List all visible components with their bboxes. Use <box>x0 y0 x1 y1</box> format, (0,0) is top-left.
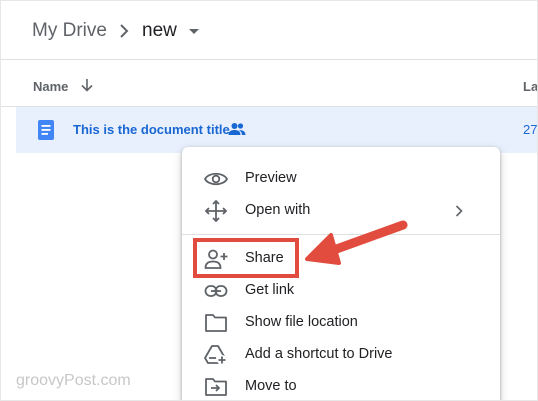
share-highlight-box <box>193 238 299 278</box>
menu-item-label: Get link <box>245 282 295 298</box>
annotation-arrow-icon <box>305 220 408 265</box>
shared-people-icon <box>228 123 246 135</box>
menu-item-label: Add a shortcut to Drive <box>245 346 393 362</box>
file-name[interactable]: This is the document title <box>73 122 230 137</box>
menu-item-label: Move to <box>245 378 297 394</box>
drive-window: My Drive new Name La This is the documen… <box>1 1 537 400</box>
folder-icon <box>205 314 227 332</box>
column-name-header[interactable]: Name <box>33 79 68 94</box>
link-icon <box>204 285 228 297</box>
menu-item-move-to[interactable]: Move to <box>182 372 500 400</box>
caret-down-icon[interactable] <box>187 25 201 39</box>
column-header: Name La <box>1 60 537 107</box>
chevron-right-icon <box>120 24 129 38</box>
add-shortcut-icon <box>204 345 227 365</box>
breadcrumb-my-drive[interactable]: My Drive <box>32 20 107 42</box>
menu-item-label: Preview <box>245 170 297 186</box>
menu-item-label: Show file location <box>245 314 358 330</box>
move-to-folder-icon <box>205 378 227 396</box>
file-last-modified: 27 <box>523 122 537 137</box>
move-arrows-icon <box>204 200 228 222</box>
menu-item-get-link[interactable]: Get link <box>182 276 500 306</box>
menu-item-preview[interactable]: Preview <box>182 164 500 194</box>
chevron-right-icon <box>455 205 463 217</box>
menu-item-add-shortcut[interactable]: Add a shortcut to Drive <box>182 340 500 370</box>
breadcrumb: My Drive new <box>1 1 537 60</box>
eye-icon <box>204 172 228 186</box>
watermark: groovyPost.com <box>16 372 131 389</box>
breadcrumb-current-folder[interactable]: new <box>142 20 177 42</box>
menu-item-show-file-location[interactable]: Show file location <box>182 308 500 338</box>
column-last-modified-header[interactable]: La <box>523 79 537 94</box>
arrow-down-icon[interactable] <box>79 77 95 93</box>
google-docs-icon <box>38 120 54 140</box>
